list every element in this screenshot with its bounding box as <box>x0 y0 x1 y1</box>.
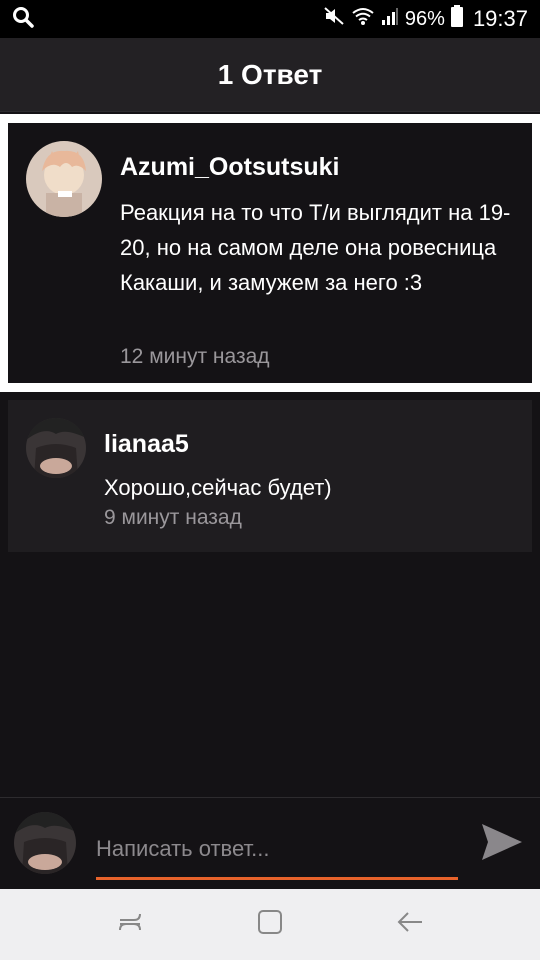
parent-comment-card: Azumi_Ootsutsuki Реакция на то что Т/и в… <box>8 123 532 383</box>
comment-timestamp: 12 минут назад <box>120 345 270 368</box>
home-button[interactable] <box>240 895 300 955</box>
reply-text: Хорошо,сейчас будет) <box>104 475 332 500</box>
back-icon <box>396 910 424 939</box>
compose-bar <box>0 797 540 889</box>
system-nav-bar <box>0 889 540 960</box>
home-icon <box>256 908 284 941</box>
parent-comment: Azumi_Ootsutsuki Реакция на то что Т/и в… <box>0 114 540 392</box>
comment-text: Реакция на то что Т/и выглядит на 19-20,… <box>120 200 511 295</box>
avatar[interactable] <box>26 141 102 217</box>
avatar[interactable] <box>26 418 86 478</box>
search-icon[interactable] <box>12 6 34 33</box>
page-title: 1 Ответ <box>217 58 323 90</box>
status-bar: 96% 19:37 <box>0 0 540 38</box>
battery-icon <box>450 5 463 33</box>
back-button[interactable] <box>380 895 440 955</box>
mute-icon <box>323 6 345 32</box>
reply-username[interactable]: lianaa5 <box>104 430 189 459</box>
header: 1 Ответ <box>0 38 540 112</box>
wifi-icon <box>351 6 375 32</box>
send-button[interactable] <box>476 818 528 870</box>
avatar <box>14 812 76 874</box>
reply-input[interactable] <box>96 820 458 880</box>
comment-username[interactable]: Azumi_Ootsutsuki <box>120 153 339 182</box>
recent-apps-button[interactable] <box>100 895 160 955</box>
clock: 19:37 <box>472 6 528 31</box>
reply-timestamp: 9 минут назад <box>104 506 242 529</box>
signal-icon <box>381 6 399 32</box>
send-icon <box>480 822 524 867</box>
battery-percent: 96% <box>404 7 445 30</box>
recent-apps-icon <box>116 910 144 939</box>
reply-item: lianaa5 Хорошо,сейчас будет) 9 минут наз… <box>8 400 532 552</box>
